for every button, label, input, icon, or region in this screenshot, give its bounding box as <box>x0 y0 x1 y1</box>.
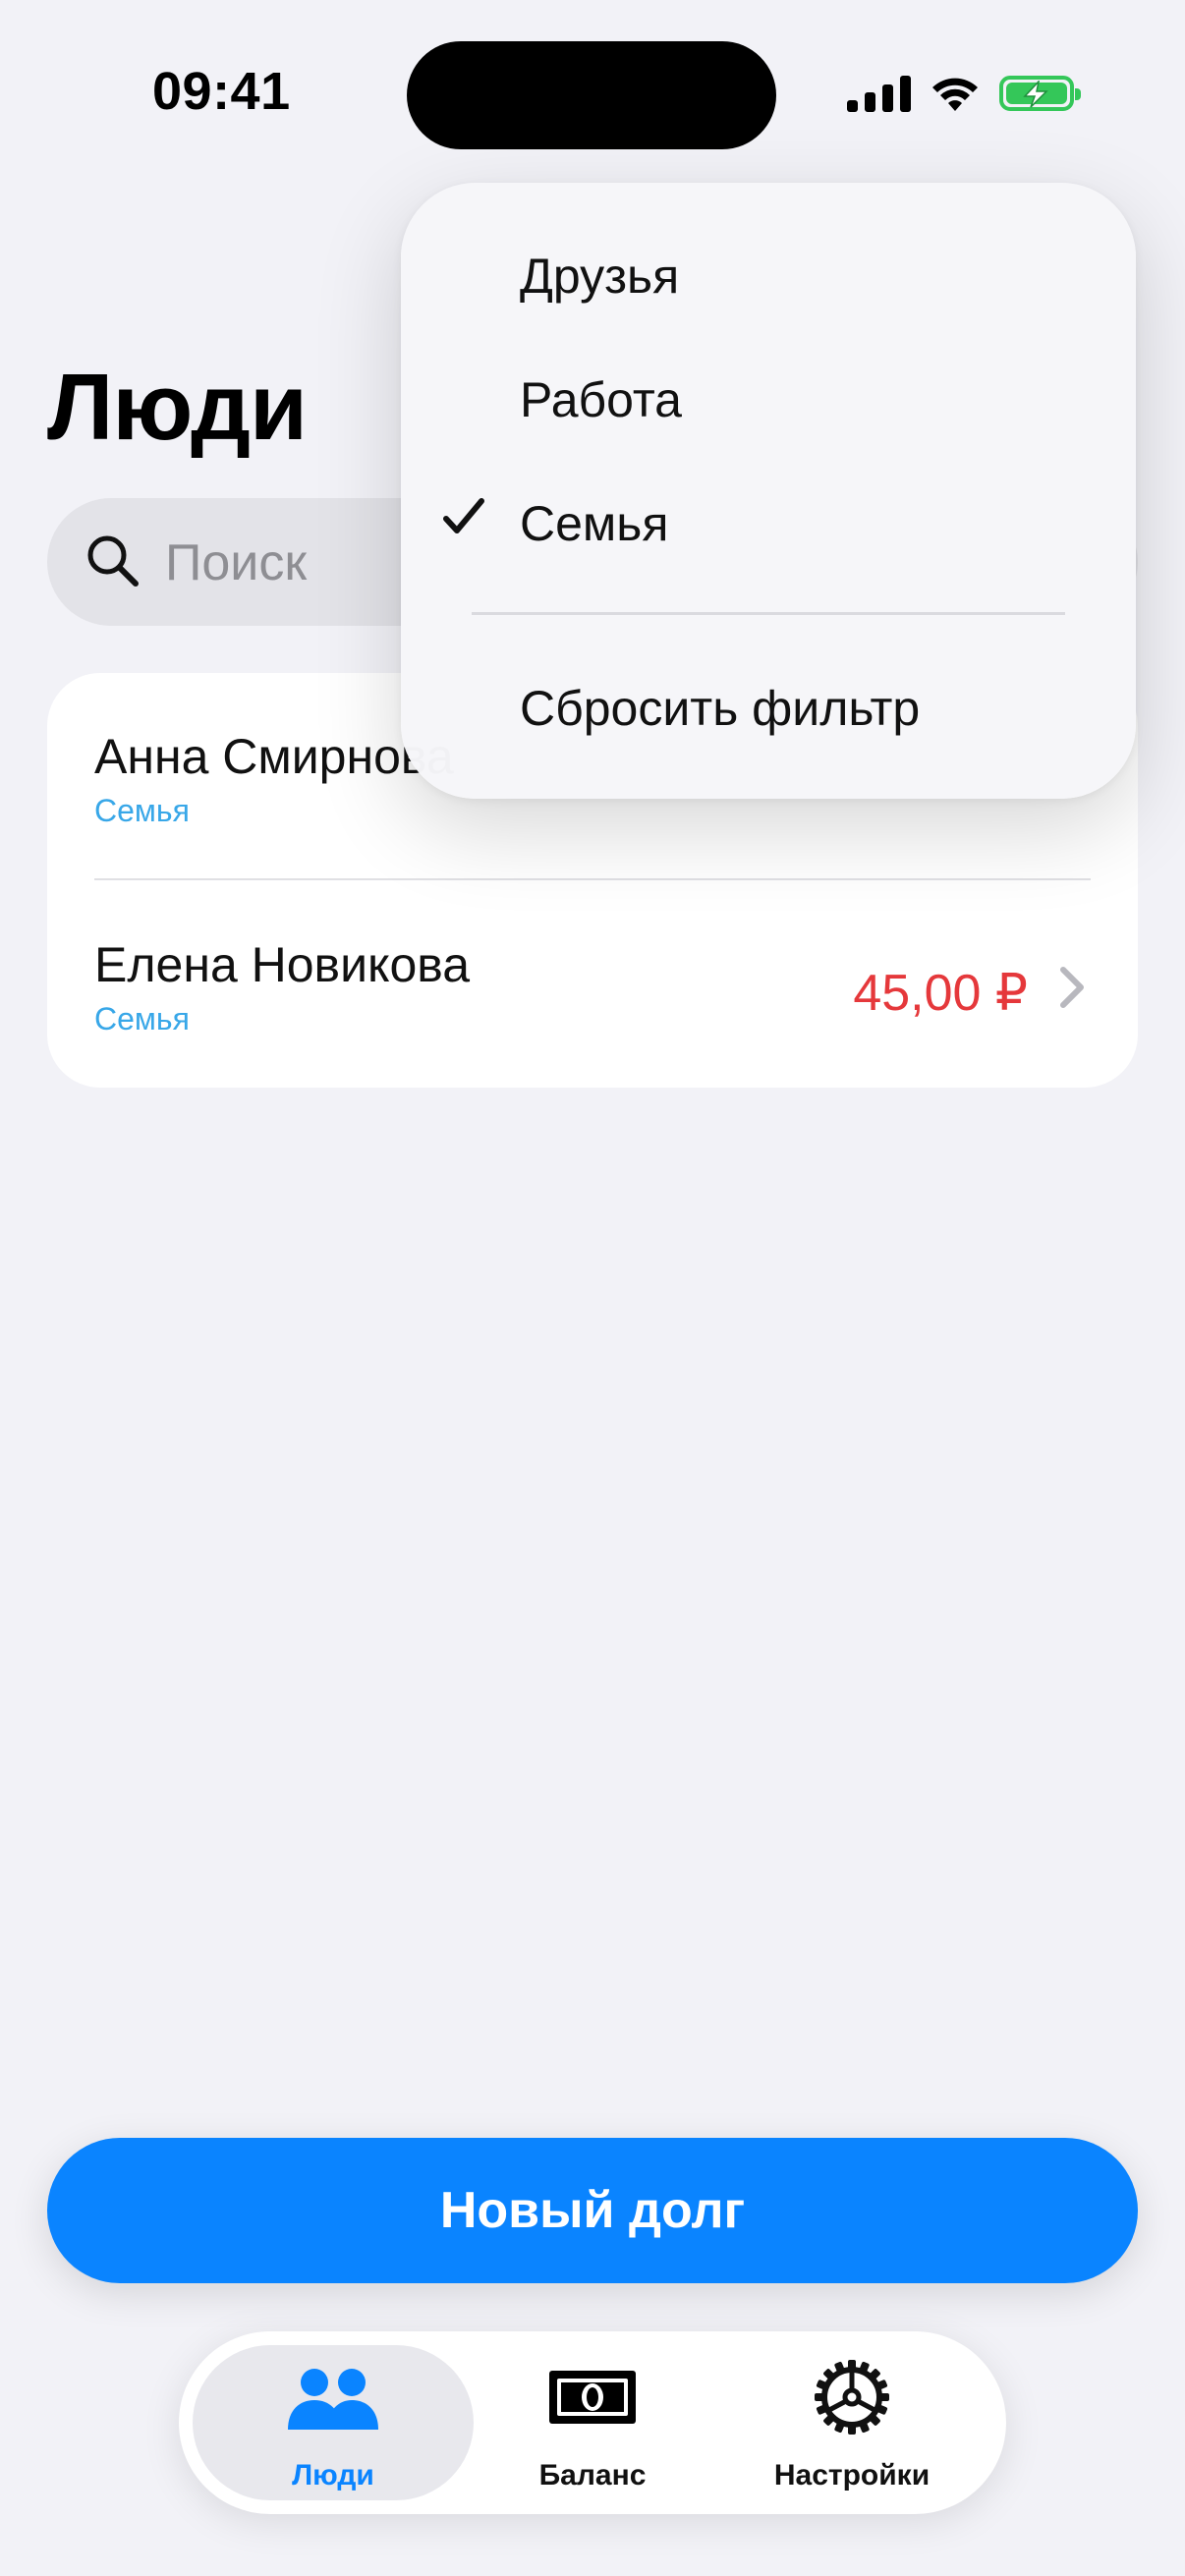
reset-filter-label: Сбросить фильтр <box>520 681 921 736</box>
row-divider <box>94 878 1091 880</box>
new-debt-button[interactable]: Новый долг <box>47 2138 1138 2283</box>
status-time: 09:41 <box>152 62 291 121</box>
filter-option-friends[interactable]: Друзья <box>401 220 1136 328</box>
people-icon <box>288 2369 378 2430</box>
filter-option-label: Работа <box>520 372 682 427</box>
filter-option-family[interactable]: Семья <box>401 468 1136 576</box>
tab-settings[interactable]: Настройки <box>711 2345 992 2500</box>
battery-charging-icon <box>999 76 1081 111</box>
status-icons <box>847 69 1081 118</box>
filter-option-work[interactable]: Работа <box>401 344 1136 452</box>
filter-menu: Друзья Работа Семья Сбросить фильтр <box>401 183 1136 799</box>
person-group: Семья <box>94 1001 190 1036</box>
tab-people[interactable]: Люди <box>193 2345 474 2500</box>
person-name: Анна Смирнова <box>94 729 454 784</box>
banknote-icon <box>549 2371 636 2424</box>
tab-label: Настройки <box>773 2459 931 2492</box>
filter-option-label: Семья <box>520 496 669 551</box>
tab-label: Баланс <box>538 2459 647 2492</box>
person-row[interactable]: Елена Новикова Семья 45,00 ₽ <box>47 881 1138 1088</box>
filter-option-label: Друзья <box>520 249 680 304</box>
tab-balance[interactable]: Баланс <box>452 2345 733 2500</box>
wifi-icon <box>932 78 978 111</box>
page-title: Люди <box>47 355 308 460</box>
reset-filter-button[interactable]: Сбросить фильтр <box>401 652 1136 760</box>
person-name: Елена Новикова <box>94 937 471 992</box>
person-group: Семья <box>94 793 190 828</box>
dynamic-island <box>407 41 776 149</box>
person-amount: 45,00 ₽ <box>853 965 1028 1022</box>
menu-divider <box>472 612 1065 615</box>
search-icon <box>87 535 139 587</box>
checkmark-icon <box>443 498 484 533</box>
tab-bar: Люди Баланс Настройки <box>179 2331 1006 2514</box>
cellular-signal-icon <box>847 75 911 112</box>
gear-icon <box>815 2360 889 2435</box>
tab-label: Люди <box>292 2459 374 2492</box>
chevron-right-icon <box>1060 967 1084 1008</box>
